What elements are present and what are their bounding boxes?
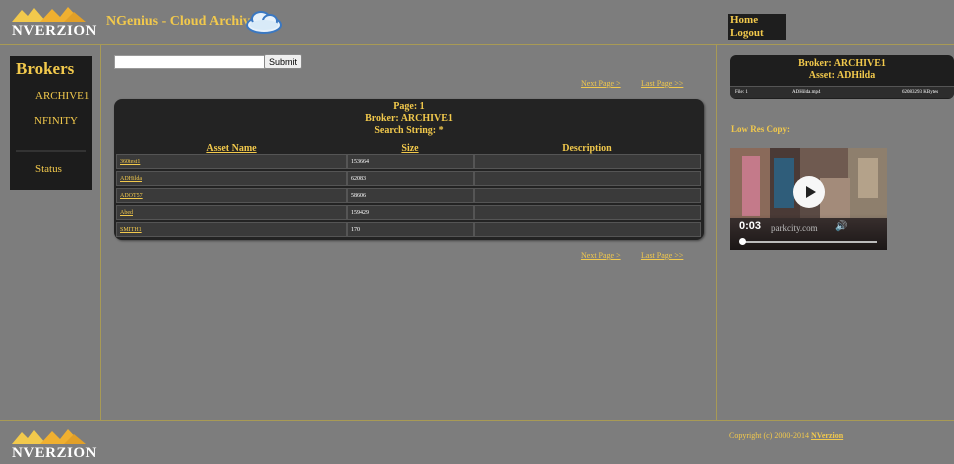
- left-divider: [100, 44, 101, 420]
- header-divider: [0, 44, 954, 45]
- right-divider: [716, 44, 717, 420]
- size-cell: 58606: [347, 188, 474, 203]
- table-row: ADOT57 58606: [116, 188, 701, 204]
- description-cell: [474, 205, 701, 220]
- column-header-size[interactable]: Size: [347, 143, 473, 154]
- volume-icon[interactable]: 🔊: [835, 221, 847, 232]
- brokers-sidebar: Brokers ARCHIVE1 NFINITY Status: [10, 56, 92, 190]
- logo-wordmark: NVERZION: [12, 23, 97, 39]
- file-info-row: File: 1 ADHilda.mp4 62083293 KBytes: [730, 86, 954, 98]
- footer-divider: [0, 420, 954, 421]
- asset-info-panel: Broker: ARCHIVE1 Asset: ADHilda File: 1 …: [730, 55, 954, 99]
- size-cell: 153664: [347, 154, 474, 169]
- next-page-link-bottom[interactable]: Next Page >: [581, 251, 621, 260]
- asset-name-cell: SMITH1: [116, 222, 347, 237]
- description-cell: [474, 222, 701, 237]
- play-icon[interactable]: [793, 176, 825, 208]
- asset-link[interactable]: ADHilda: [120, 176, 142, 182]
- progress-knob[interactable]: [739, 238, 746, 245]
- table-row: SMITH1 170: [116, 222, 701, 238]
- sidebar-separator: [16, 150, 86, 152]
- next-page-link-top[interactable]: Next Page >: [581, 79, 621, 88]
- file-size: 62083293 KBytes: [902, 90, 939, 95]
- submit-button[interactable]: Submit: [264, 54, 302, 69]
- top-nav: Home Logout: [728, 14, 786, 40]
- description-cell: [474, 188, 701, 203]
- table-row: ADHilda 62083: [116, 171, 701, 187]
- detail-asset: Asset: ADHilda: [808, 70, 876, 81]
- video-player[interactable]: 0:03 parkcity.com 🔊: [730, 148, 887, 250]
- header-bar: NVERZION NGenius - Cloud Archive Home Lo…: [0, 0, 954, 44]
- results-table: Page: 1 Broker: ARCHIVE1 Search String: …: [114, 99, 704, 240]
- last-page-link-bottom[interactable]: Last Page >>: [641, 251, 683, 260]
- nav-home-link[interactable]: Home: [728, 14, 786, 27]
- description-cell: [474, 171, 701, 186]
- size-cell: 170: [347, 222, 474, 237]
- low-res-label: Low Res Copy:: [731, 124, 791, 134]
- asset-link[interactable]: SMITH1: [120, 227, 142, 233]
- company-link[interactable]: NVerzion: [811, 431, 843, 440]
- column-header-description: Description: [562, 143, 612, 154]
- sidebar-item-archive1[interactable]: ARCHIVE1: [10, 85, 92, 107]
- column-header-asset-name[interactable]: Asset Name: [116, 143, 347, 154]
- nverzion-logo[interactable]: NVERZION: [10, 6, 100, 42]
- app-title: NGenius - Cloud Archive: [106, 14, 257, 29]
- sidebar-title: Brokers: [16, 59, 75, 78]
- size-cell: 62083: [347, 171, 474, 186]
- copyright-label: Copyright (c) 2000-2014: [729, 431, 811, 440]
- footer-logo: NVERZION: [10, 428, 100, 464]
- table-row: Abed 159429: [116, 205, 701, 221]
- asset-name-cell: 360test1: [116, 154, 347, 169]
- asset-name-cell: ADOT57: [116, 188, 347, 203]
- nav-logout-link[interactable]: Logout: [728, 27, 786, 40]
- search-input[interactable]: [114, 55, 266, 69]
- asset-link[interactable]: ADOT57: [120, 193, 143, 199]
- file-index: File: 1: [735, 90, 748, 95]
- asset-name-cell: ADHilda: [116, 171, 347, 186]
- cloud-icon: [246, 11, 282, 34]
- copyright-text: Copyright (c) 2000-2014 NVerzion: [729, 431, 843, 440]
- size-cell: 159429: [347, 205, 474, 220]
- sidebar-item-nfinity[interactable]: NFINITY: [10, 110, 92, 132]
- footer-logo-wordmark: NVERZION: [12, 445, 97, 461]
- sidebar-item-status[interactable]: Status: [10, 158, 92, 180]
- asset-link[interactable]: 360test1: [120, 159, 140, 165]
- progress-track[interactable]: [741, 241, 877, 243]
- detail-broker: Broker: ARCHIVE1: [798, 58, 886, 69]
- broker-indicator: Broker: ARCHIVE1: [365, 113, 453, 124]
- table-row: 360test1 153664: [116, 154, 701, 170]
- search-string-indicator: Search String: *: [374, 125, 444, 136]
- asset-name-cell: Abed: [116, 205, 347, 220]
- description-cell: [474, 154, 701, 169]
- asset-link[interactable]: Abed: [120, 210, 133, 216]
- video-time: 0:03: [739, 220, 762, 232]
- video-watermark: parkcity.com: [771, 223, 818, 233]
- file-name: ADHilda.mp4: [792, 90, 821, 95]
- page-indicator: Page: 1: [393, 101, 425, 112]
- last-page-link-top[interactable]: Last Page >>: [641, 79, 683, 88]
